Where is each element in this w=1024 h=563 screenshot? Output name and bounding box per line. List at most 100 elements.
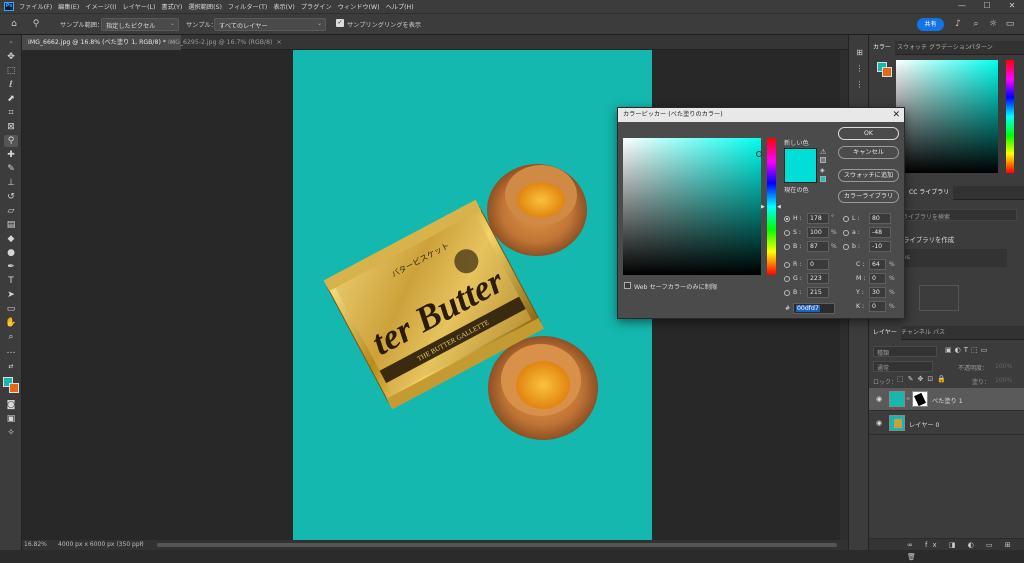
color-field-marker[interactable] [756,151,762,157]
stamp-tool-icon[interactable]: ⊥ [4,177,18,189]
web-safe-checkbox[interactable] [624,282,631,289]
radio-l[interactable] [843,216,849,222]
radio-lab-b[interactable] [843,244,849,250]
l-input[interactable]: 80 [869,213,891,224]
hue-arrow-left-icon[interactable]: ▶ [761,204,765,210]
hue-arrow-right-icon[interactable]: ◀ [777,204,781,210]
layer-row-image[interactable]: ◉ レイヤー 0 [869,412,1024,435]
radio-b[interactable] [784,244,790,250]
document-canvas[interactable]: THE BUTTER GALLETTE バタービスケット ter Butter [293,50,652,540]
tab-cc-libraries[interactable]: CC ライブラリ [905,186,954,200]
g-input[interactable]: 223 [807,273,829,284]
gradient-tool-icon[interactable]: ▤ [4,219,18,231]
horizontal-scrollbar[interactable] [157,543,837,547]
menu-help[interactable]: ヘルプ(H) [386,2,414,11]
web-safe-icon[interactable]: ◈ [820,167,825,174]
more-tools-icon[interactable]: … [4,345,18,357]
menu-window[interactable]: ウィンドウ(W) [338,2,380,11]
visibility-eye-icon[interactable]: ◉ [876,419,882,427]
panel-collapse-icon[interactable]: » [4,37,18,49]
a-input[interactable]: -48 [869,227,891,238]
dodge-tool-icon[interactable]: ● [4,247,18,259]
m-input[interactable]: 0 [869,273,886,284]
gamut-warning-icon[interactable]: ⚠ [820,148,826,156]
type-tool-icon[interactable]: T [4,275,18,287]
tab-patterns[interactable]: パターン [965,41,997,55]
b-input[interactable]: 87 [807,241,829,252]
status-arrow-icon[interactable]: › [140,540,142,547]
layer-row-fill[interactable]: ◉ ∞ べた塗り 1 [869,388,1024,411]
lab-b-input[interactable]: -10 [869,241,891,252]
brush-tool-icon[interactable]: ✎ [4,163,18,175]
sample-select[interactable]: すべてのレイヤー ⌄ [214,18,326,31]
background-color-swatch[interactable] [9,383,19,393]
tab-close-icon[interactable]: × [276,39,281,46]
web-safe-swatch[interactable] [820,176,826,182]
cancel-button[interactable]: キャンセル [838,146,899,159]
radio-g[interactable] [784,276,790,282]
create-library-label[interactable]: ライブラリを作成 [903,235,954,244]
r-input[interactable]: 0 [807,259,829,270]
blur-tool-icon[interactable]: ◆ [4,233,18,245]
menu-file[interactable]: ファイル(F) [19,2,52,11]
eyedropper-tool-icon[interactable]: ⚲ [30,18,42,31]
history-icon[interactable]: ⋮ [853,79,866,91]
add-to-swatches-button[interactable]: スウォッチに追加 [838,169,899,182]
search-icon[interactable]: ⌕ [970,18,982,31]
layer-filter-select[interactable]: 種類 [873,346,937,357]
rectangle-tool-icon[interactable]: ▭ [4,303,18,315]
close-window-button[interactable]: ✕ [1000,0,1024,13]
panel-hue-slider[interactable] [1006,60,1014,173]
tab-document[interactable]: IMG_6295-2.jpg @ 16.7% (RGB/8) × [162,35,288,50]
menu-plugins[interactable]: プラグイン [301,2,332,11]
saturation-brightness-field[interactable] [623,138,762,275]
h-input[interactable]: 178 [807,213,829,224]
screen-mode-icon[interactable]: ▣ [4,413,18,425]
menu-type[interactable]: 書式(Y) [161,2,182,11]
panel-color-field[interactable] [896,60,998,173]
tab-color[interactable]: カラー [869,41,896,55]
bell-icon[interactable]: ♪ [952,18,964,31]
fill-value[interactable]: 100% [995,377,1012,384]
radio-h[interactable] [784,216,790,222]
menu-view[interactable]: 表示(V) [273,2,294,11]
lock-icons[interactable]: ⬚✎✥⊡🔒 [897,375,950,383]
crop-tool-icon[interactable]: ⌗ [4,107,18,119]
healing-brush-tool-icon[interactable]: ✚ [4,149,18,161]
menu-select[interactable]: 選択範囲(S) [188,2,222,11]
discover-icon[interactable]: ☼ [987,18,999,31]
menu-filter[interactable]: フィルター(T) [228,2,267,11]
lasso-tool-icon[interactable]: ℓ [4,79,18,91]
move-tool-icon[interactable]: ✥ [4,51,18,63]
adjust-icon[interactable]: ⋮ [853,63,866,75]
close-icon[interactable]: ✕ [892,108,900,122]
frame-tool-icon[interactable]: ⊠ [4,121,18,133]
path-select-tool-icon[interactable]: ➤ [4,289,18,301]
radio-blue[interactable] [784,290,790,296]
k-input[interactable]: 0 [869,301,886,312]
layer-mask-thumbnail[interactable] [912,391,928,407]
menu-layer[interactable]: レイヤー(L) [123,2,156,11]
layer-filter-icons[interactable]: ▣◐T⬚▭ [945,346,990,354]
s-input[interactable]: 100 [807,227,829,238]
history-brush-tool-icon[interactable]: ↺ [4,191,18,203]
marquee-tool-icon[interactable]: ⬚ [4,65,18,77]
menu-edit[interactable]: 編集(E) [58,2,79,11]
tab-document-active[interactable]: IMG_6662.jpg @ 16.8% (べた塗り 1, RGB/8) * × [22,35,182,50]
home-icon[interactable]: ⌂ [8,18,20,31]
eyedropper-tool-icon[interactable]: ⚲ [4,135,18,147]
pen-tool-icon[interactable]: ✒ [4,261,18,273]
tab-paths[interactable]: パス [929,326,949,340]
hue-slider[interactable] [767,138,776,275]
blue-input[interactable]: 215 [807,287,829,298]
show-ring-checkbox[interactable]: ✓ [336,19,344,27]
gamut-swatch[interactable] [820,157,826,163]
library-search-input[interactable]: ライブラリを検索 [897,209,1017,221]
properties-icon[interactable]: ⊞ [853,47,866,59]
menu-image[interactable]: イメージ(I) [85,2,116,11]
library-item[interactable]: es [899,249,1007,267]
layers-footer-icons[interactable]: ∞ fx ◨ ◐ ▭ ⊞ 🗑 [869,538,1024,561]
layer-name[interactable]: べた塗り 1 [932,396,963,405]
y-input[interactable]: 30 [869,287,886,298]
radio-s[interactable] [784,230,790,236]
